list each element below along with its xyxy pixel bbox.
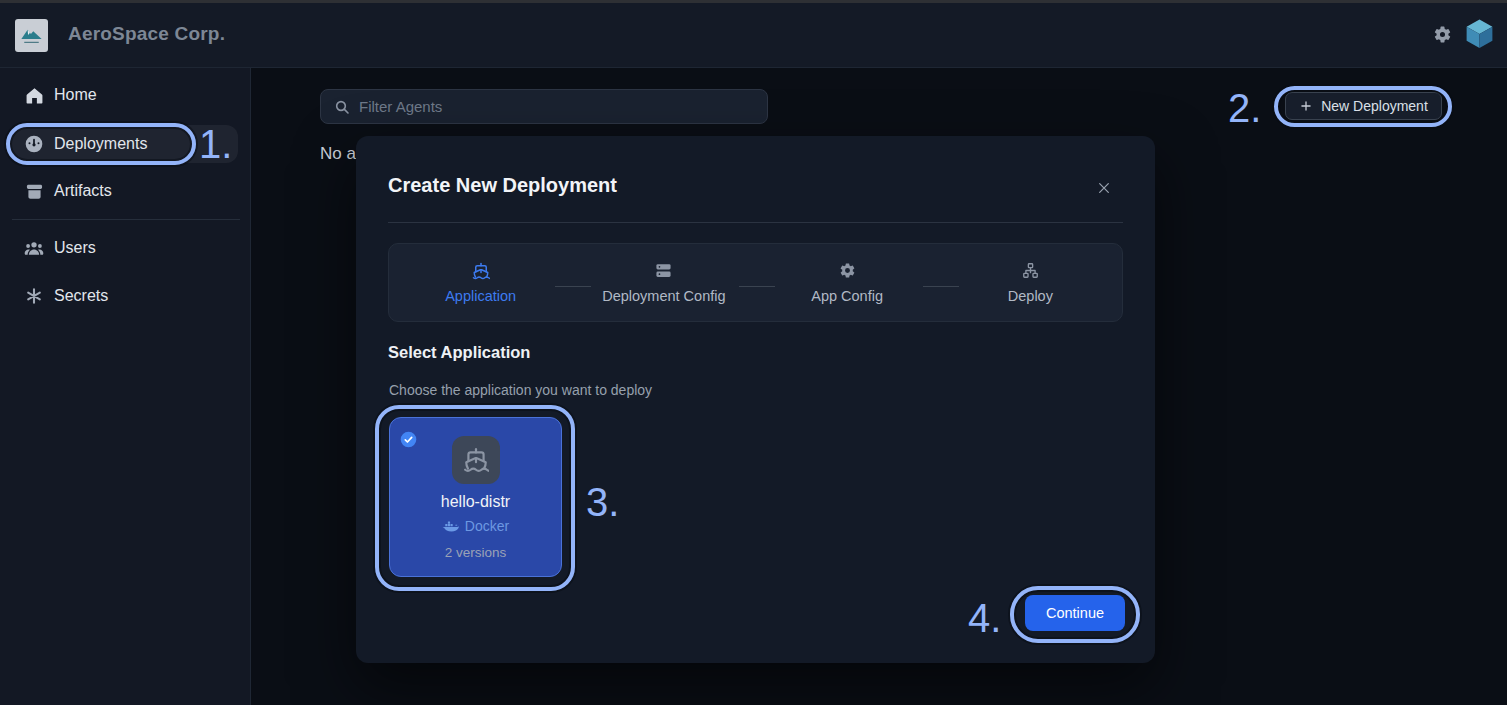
filter-agents-search[interactable] (320, 89, 768, 124)
new-deployment-button[interactable]: New Deployment (1285, 92, 1442, 120)
step-label: Deploy (1008, 288, 1053, 304)
step-label: Deployment Config (602, 288, 725, 304)
annotation-number-2: 2. (1228, 86, 1261, 131)
search-icon (334, 99, 350, 115)
server-icon (655, 262, 673, 280)
annotation-number-4: 4. (968, 596, 1001, 641)
section-title: Select Application (388, 343, 530, 362)
sidebar: Home Deployments Artifacts Users S (0, 68, 251, 705)
close-icon[interactable] (1096, 180, 1112, 196)
sidebar-item-label: Home (54, 86, 97, 104)
plus-icon (1299, 99, 1313, 113)
step-connector (739, 286, 775, 287)
section-subtitle: Choose the application you want to deplo… (389, 382, 652, 398)
sidebar-item-label: Users (54, 239, 96, 257)
users-icon (24, 238, 44, 258)
new-deployment-label: New Deployment (1321, 98, 1428, 114)
annotation-ring-3 (375, 405, 575, 591)
brand-title: AeroSpace Corp. (68, 0, 225, 68)
modal-title: Create New Deployment (388, 174, 617, 197)
sidebar-item-label: Secrets (54, 287, 108, 305)
window-top-strip (0, 0, 1507, 3)
empty-state-text: No a (320, 144, 356, 164)
mountain-logo-icon (17, 21, 46, 50)
top-header: AeroSpace Corp. (0, 0, 1507, 68)
sidebar-divider (12, 219, 240, 220)
sidebar-item-label: Deployments (54, 135, 147, 153)
sidebar-item-secrets[interactable]: Secrets (8, 277, 243, 315)
stepper: Application Deployment Config App Config… (388, 243, 1123, 322)
sidebar-item-home[interactable]: Home (8, 76, 243, 114)
step-label: Application (445, 288, 516, 304)
ship-icon (472, 262, 490, 280)
cube-3d-icon[interactable] (1463, 17, 1496, 50)
step-connector (555, 286, 591, 287)
app-root: AeroSpace Corp. Home Deployments (0, 0, 1507, 705)
sidebar-item-artifacts[interactable]: Artifacts (8, 172, 243, 210)
settings-gear-icon[interactable] (1433, 25, 1452, 44)
step-app-config[interactable]: App Config (756, 244, 939, 321)
home-icon (24, 85, 44, 105)
step-label: App Config (811, 288, 883, 304)
network-icon (1021, 262, 1039, 280)
step-connector (923, 286, 959, 287)
step-deploy[interactable]: Deploy (939, 244, 1122, 321)
search-input[interactable] (359, 98, 739, 115)
modal-divider (388, 222, 1123, 223)
continue-button[interactable]: Continue (1025, 595, 1125, 631)
annotation-number-1: 1. (199, 122, 232, 167)
step-application[interactable]: Application (389, 244, 572, 321)
sidebar-item-label: Artifacts (54, 182, 112, 200)
step-deployment-config[interactable]: Deployment Config (572, 244, 755, 321)
annotation-number-3: 3. (586, 480, 619, 525)
archive-icon (24, 181, 44, 201)
gear-icon (838, 262, 856, 280)
gauge-icon (24, 134, 44, 154)
asterisk-icon (24, 286, 44, 306)
sidebar-item-users[interactable]: Users (8, 229, 243, 267)
company-logo[interactable] (15, 19, 48, 52)
create-deployment-modal: Create New Deployment Application Deploy… (356, 136, 1155, 663)
